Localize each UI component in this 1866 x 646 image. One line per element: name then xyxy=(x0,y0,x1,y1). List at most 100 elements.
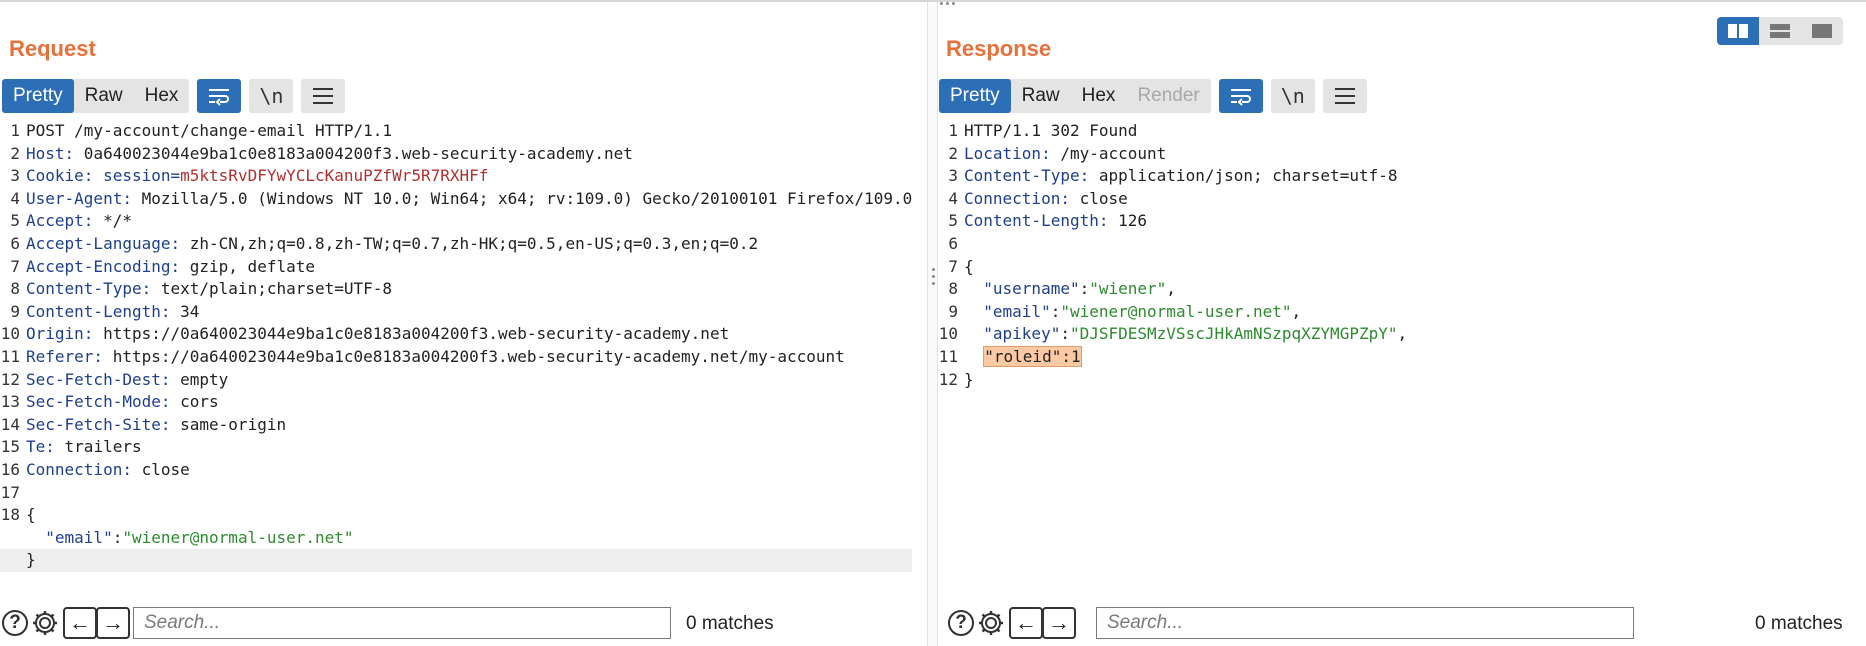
wrap-lines-icon[interactable] xyxy=(1218,79,1263,113)
request-code-line: 8 Content-Type: text/plain;charset=UTF-8 xyxy=(0,278,912,301)
line-number: 2 xyxy=(948,143,958,163)
stacked-layout-icon[interactable] xyxy=(1759,17,1801,45)
request-code-line: } xyxy=(0,549,912,572)
line-number: 9 xyxy=(948,301,958,321)
code-token: Location: xyxy=(964,143,1051,163)
line-content: Content-Length: 126 xyxy=(964,210,1147,233)
line-content: Connection: close xyxy=(964,188,1128,211)
line-number: 10 xyxy=(938,324,958,344)
code-token: cors xyxy=(170,392,219,412)
request-pane: Request Pretty Raw Hex \n 1 POST /my-acco… xyxy=(0,2,927,646)
line-number: 8 xyxy=(10,279,20,299)
code-token: "wiener" xyxy=(1089,279,1167,299)
response-code-line: 6 xyxy=(938,233,1858,256)
response-code-line: 10 "apikey":"DJSFDESMzVSscJHkAmNSzpqXZYM… xyxy=(938,323,1858,346)
line-number: 5 xyxy=(948,211,958,231)
line-number: 2 xyxy=(10,143,20,163)
line-number: 15 xyxy=(0,437,20,457)
single-pane-layout-icon[interactable] xyxy=(1801,17,1843,45)
code-token: Host: xyxy=(26,143,75,163)
code-token: empty xyxy=(170,369,229,389)
line-number: 1 xyxy=(948,121,958,140)
line-content: Sec-Fetch-Site: same-origin xyxy=(26,414,286,437)
hamburger-menu-icon[interactable] xyxy=(1322,79,1367,113)
line-content: Accept-Language: zh-CN,zh;q=0.8,zh-TW;q=… xyxy=(26,233,758,256)
line-number: 8 xyxy=(948,279,958,299)
arrow-right-icon[interactable]: → xyxy=(1042,607,1076,639)
line-content: "roleid":1 xyxy=(964,345,1082,369)
line-number: 18 xyxy=(0,505,20,525)
line-content: Accept: */* xyxy=(26,210,132,233)
side-by-side-layout-icon[interactable] xyxy=(1717,17,1759,45)
line-number: 6 xyxy=(948,233,958,253)
response-code-line: 11 "roleid":1 xyxy=(938,345,1858,369)
response-search-input[interactable] xyxy=(1096,607,1634,639)
line-content: { xyxy=(964,256,974,279)
pane-divider[interactable] xyxy=(927,2,938,646)
code-token: "username" xyxy=(983,279,1080,299)
code-token: "wiener@normal-user.net" xyxy=(122,527,354,547)
request-search-input[interactable] xyxy=(133,607,671,639)
show-newlines-icon[interactable]: \n xyxy=(249,79,294,113)
code-token: Accept: xyxy=(26,211,94,231)
request-view-tabs: Pretty Raw Hex xyxy=(2,79,190,113)
line-content: } xyxy=(26,549,36,572)
code-token: close xyxy=(1069,188,1128,208)
line-content: { xyxy=(26,504,36,527)
gear-icon[interactable] xyxy=(30,608,60,638)
show-newlines-icon[interactable]: \n xyxy=(1270,79,1315,113)
request-tab-hex[interactable]: Hex xyxy=(134,79,190,113)
request-code-line: 3 Cookie: session=m5ktsRvDFYwYCLcKanuPZfW… xyxy=(0,165,912,188)
code-token: 0a640023044e9ba1c0e8183a004200f3.web-sec… xyxy=(74,143,633,163)
code-token: , xyxy=(1166,279,1176,299)
code-token: gzip, deflate xyxy=(180,256,315,276)
request-editor[interactable]: 1 POST /my-account/change-email HTTP/1.1 2… xyxy=(0,120,912,572)
arrow-left-icon[interactable]: ← xyxy=(63,607,97,639)
response-code-line: 5 Content-Length: 126 xyxy=(938,210,1858,233)
code-token: application/json; charset=utf-8 xyxy=(1089,166,1398,186)
code-token: Referer: xyxy=(26,346,104,366)
request-title: Request xyxy=(9,36,96,61)
line-number: 4 xyxy=(10,188,20,208)
line-number: 1 xyxy=(10,121,20,140)
code-token: HTTP/1.1 302 Found xyxy=(964,121,1138,140)
code-token: : xyxy=(1050,301,1061,321)
code-token: Sec-Fetch-Dest: xyxy=(26,369,171,389)
response-tab-raw[interactable]: Raw xyxy=(1011,79,1071,113)
request-code-line: 6 Accept-Language: zh-CN,zh;q=0.8,zh-TW;q… xyxy=(0,233,912,256)
wrap-lines-icon[interactable] xyxy=(197,79,242,113)
response-editor[interactable]: 1 HTTP/1.1 302 Found 2 Location: /my-accoun… xyxy=(938,120,1858,391)
request-code-line: 9 Content-Length: 34 xyxy=(0,301,912,324)
code-token: } xyxy=(964,369,974,389)
line-number: 17 xyxy=(0,482,20,502)
help-icon[interactable]: ? xyxy=(0,608,30,638)
request-code-line: 13 Sec-Fetch-Mode: cors xyxy=(0,391,912,414)
line-content: POST /my-account/change-email HTTP/1.1 xyxy=(26,120,392,143)
code-token: Content-Type: xyxy=(964,166,1090,186)
hamburger-menu-icon[interactable] xyxy=(301,79,346,113)
request-tab-raw[interactable]: Raw xyxy=(74,79,134,113)
request-code-line: 12 Sec-Fetch-Dest: empty xyxy=(0,369,912,392)
gear-icon[interactable] xyxy=(976,608,1006,638)
line-content: User-Agent: Mozilla/5.0 (Windows NT 10.0… xyxy=(26,188,912,211)
arrow-right-icon[interactable]: → xyxy=(96,607,130,639)
request-tab-pretty[interactable]: Pretty xyxy=(2,79,74,113)
line-content: } xyxy=(964,369,974,392)
response-pane: Response Pretty Raw Hex Render \n 1 HTTP/… xyxy=(938,2,1866,646)
response-code-line: 12} xyxy=(938,369,1858,392)
arrow-left-icon[interactable]: ← xyxy=(1009,607,1043,639)
line-number: 6 xyxy=(10,233,20,253)
line-number: 9 xyxy=(10,301,20,321)
help-icon[interactable]: ? xyxy=(946,608,976,638)
response-tab-hex[interactable]: Hex xyxy=(1071,79,1127,113)
response-tab-pretty[interactable]: Pretty xyxy=(939,79,1011,113)
code-token: { xyxy=(26,505,36,525)
line-content: Sec-Fetch-Mode: cors xyxy=(26,391,219,414)
response-searchbar: ? ← → 0 matches xyxy=(938,605,1866,641)
line-number: 11 xyxy=(0,346,20,366)
line-number: 4 xyxy=(948,188,958,208)
line-content: Accept-Encoding: gzip, deflate xyxy=(26,256,315,279)
